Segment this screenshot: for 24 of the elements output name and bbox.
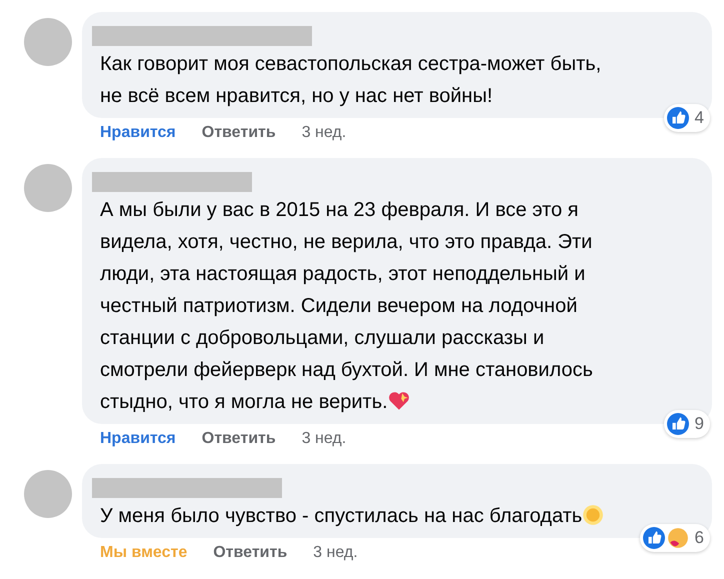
comment-text: А мы были у вас в 2015 на 23 февраля. И все это я видела, хотя, честно, не верила, что это правда. Эти люди, эта настоящая радость, этот неподдельный и честный патриотизм. Сидели вечером на лодочной станции с добровольцами, слушали рассказы и смотрели фейерверк над бухтой. И мне становилось стыдно, что я могла не верить. — [99, 198, 594, 415]
heart-icon — [388, 390, 410, 412]
reply-link[interactable]: Ответить — [213, 544, 288, 562]
reaction-count: 4 — [694, 108, 704, 128]
reaction-count-badge[interactable]: 6 — [640, 524, 710, 552]
reply-link[interactable]: Ответить — [202, 430, 276, 448]
avatar[interactable] — [24, 18, 72, 66]
thumbs-up-icon — [666, 413, 689, 435]
comment-time[interactable]: 3 нед. — [313, 544, 358, 562]
reply-link[interactable]: Ответить — [202, 124, 276, 142]
reaction-count: 6 — [694, 528, 704, 548]
reaction-count-badge[interactable]: 4 — [664, 104, 710, 132]
avatar[interactable] — [24, 470, 72, 518]
sun-icon — [582, 504, 604, 526]
reaction-link[interactable]: Нравится — [100, 430, 176, 448]
reaction-link[interactable]: Нравится — [100, 124, 176, 142]
comment-time[interactable]: 3 нед. — [302, 430, 346, 448]
comment-text: Как говорит моя севастопольская сестра-может быть, не всё всем нравится, но у нас нет войны! — [99, 52, 602, 109]
thumbs-up-icon — [666, 107, 689, 129]
thumbs-up-icon — [642, 527, 665, 549]
avatar[interactable] — [24, 164, 72, 212]
reaction-count-badge[interactable]: 9 — [664, 410, 710, 438]
reaction-count: 9 — [694, 414, 704, 434]
comment-time[interactable]: 3 нед. — [302, 124, 346, 142]
